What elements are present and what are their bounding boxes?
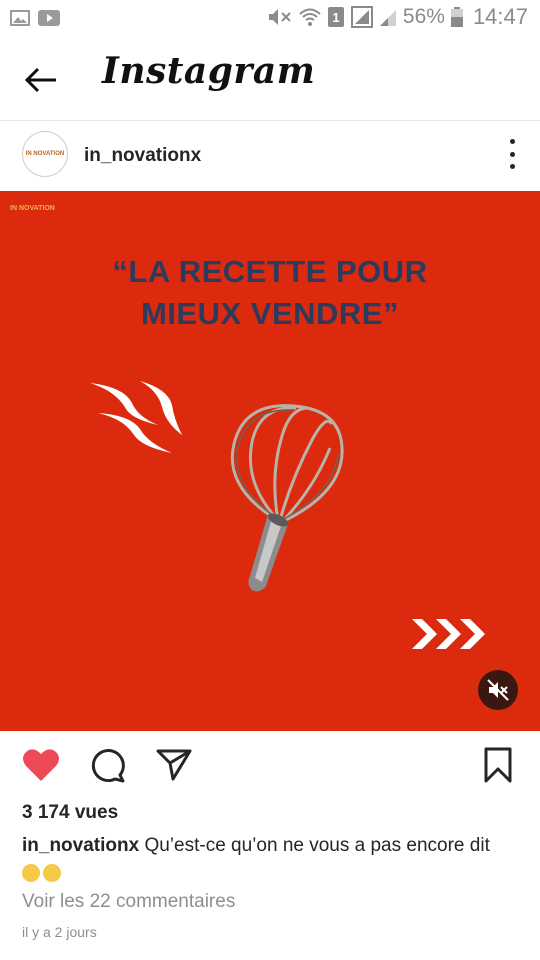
svg-text:1: 1 <box>332 10 339 25</box>
more-dot <box>509 164 515 169</box>
post-header: IN NOVATION in_novationx <box>0 120 540 191</box>
signal-weak-icon <box>379 10 396 26</box>
post-media[interactable]: IN NOVATION “LA RECETTE POUR MIEUX VENDR… <box>0 191 540 731</box>
save-button[interactable] <box>482 747 514 788</box>
app-title: Instagram <box>102 50 316 92</box>
more-dot <box>509 139 515 144</box>
app-bar: Instagram <box>0 38 540 118</box>
comment-button[interactable] <box>90 747 126 788</box>
more-options-button[interactable] <box>506 139 518 169</box>
avatar-logo-text: IN NOVATION <box>25 151 65 157</box>
flushed-face-emoji <box>22 864 40 882</box>
view-count: 3 174 vues <box>22 802 119 823</box>
gallery-icon <box>10 10 30 26</box>
sim-icon: 1 <box>327 7 344 27</box>
youtube-icon <box>38 10 60 26</box>
signal-icon <box>350 6 373 28</box>
bookmark-icon <box>484 747 512 783</box>
status-right: 1 56% 14:47 <box>267 4 528 30</box>
post-actions <box>0 733 540 795</box>
status-left-icons <box>10 10 60 26</box>
arrow-left-icon <box>24 67 56 93</box>
post-username[interactable]: in_novationx <box>84 145 201 167</box>
mute-icon <box>268 9 291 25</box>
chevrons-right-icon <box>412 619 485 649</box>
send-icon <box>156 749 192 781</box>
whisk-icon <box>230 404 344 592</box>
headline-line-2: MIEUX VENDRE” <box>141 296 399 331</box>
back-button[interactable] <box>22 60 62 100</box>
more-dot <box>509 151 515 157</box>
battery-percent: 56% <box>402 5 445 28</box>
share-button[interactable] <box>156 747 192 788</box>
caption-text: Qu’est-ce qu’on ne vous a pas encore dit <box>139 835 490 856</box>
status-time: 14:47 <box>472 4 528 29</box>
post-caption: in_novationx Qu’est-ce qu’on ne vous a p… <box>22 832 522 888</box>
steam-icon <box>90 381 182 453</box>
heart-icon <box>23 749 59 781</box>
comment-icon <box>91 749 125 783</box>
avatar[interactable]: IN NOVATION <box>22 131 68 177</box>
post-timestamp: il y a 2 jours <box>22 924 97 940</box>
sneezing-face-emoji <box>43 864 61 882</box>
status-bar: 1 56% 14:47 <box>0 0 540 38</box>
media-logo: IN NOVATION <box>10 205 55 212</box>
battery-icon <box>450 7 463 27</box>
post-headline: “LA RECETTE POUR MIEUX VENDRE” <box>0 251 540 335</box>
muted-speaker-icon <box>487 679 509 701</box>
wifi-icon <box>299 8 321 26</box>
caption-username[interactable]: in_novationx <box>22 835 139 856</box>
headline-line-1: “LA RECETTE POUR <box>112 254 428 289</box>
like-button[interactable] <box>22 747 60 788</box>
view-comments-link[interactable]: Voir les 22 commentaires <box>22 891 235 913</box>
mute-toggle-button[interactable] <box>478 670 518 710</box>
